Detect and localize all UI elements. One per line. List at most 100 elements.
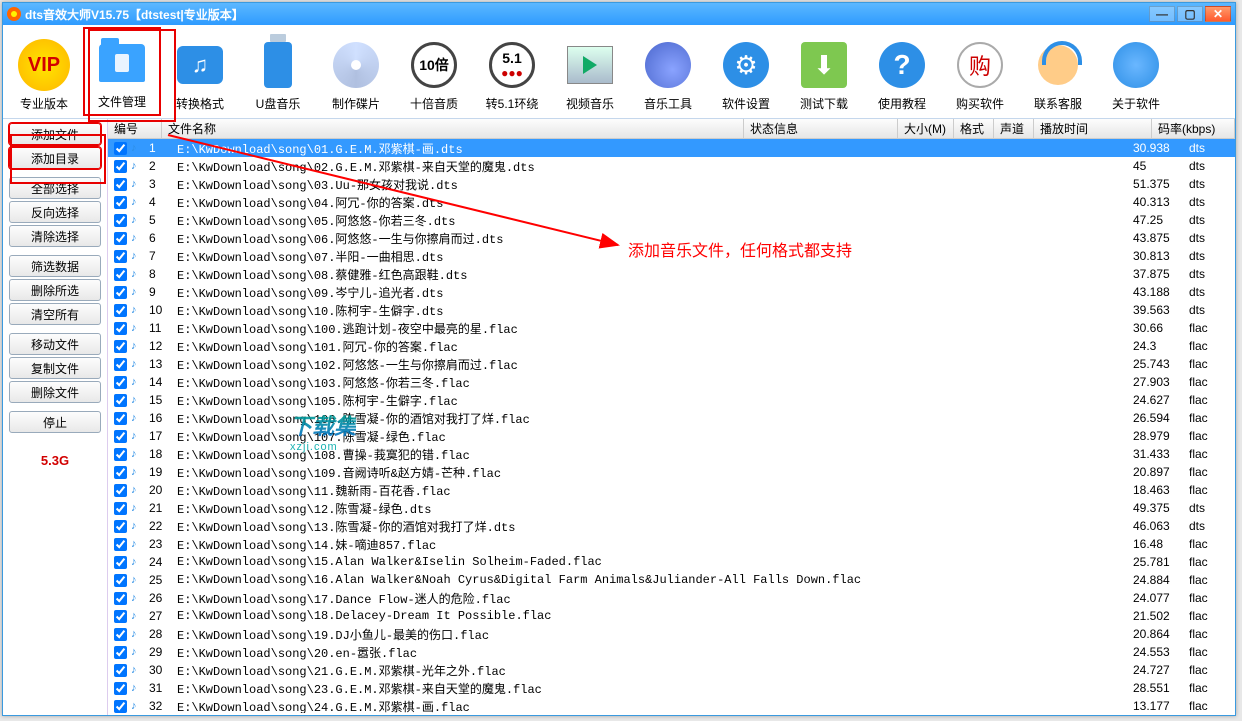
table-row[interactable]: ♪2E:\KwDownload\song\02.G.E.M.邓紫棋-来自天堂的魔… [108, 157, 1235, 175]
toolbar-tutorial[interactable]: ?使用教程 [863, 27, 941, 116]
row-checkbox[interactable] [114, 664, 127, 677]
table-row[interactable]: ♪30E:\KwDownload\song\21.G.E.M.邓紫棋-光年之外.… [108, 661, 1235, 679]
clear-all-button[interactable]: 清空所有 [9, 303, 101, 325]
col-channels[interactable]: 声道 [994, 119, 1034, 138]
row-checkbox[interactable] [114, 358, 127, 371]
toolbar-settings[interactable]: ⚙软件设置 [707, 27, 785, 116]
table-row[interactable]: ♪24E:\KwDownload\song\15.Alan Walker&Ise… [108, 553, 1235, 571]
row-checkbox[interactable] [114, 196, 127, 209]
table-row[interactable]: ♪6E:\KwDownload\song\06.阿悠悠-一生与你擦肩而过.dts… [108, 229, 1235, 247]
row-checkbox[interactable] [114, 556, 127, 569]
row-checkbox[interactable] [114, 682, 127, 695]
table-row[interactable]: ♪11E:\KwDownload\song\100.逃跑计划-夜空中最亮的星.f… [108, 319, 1235, 337]
table-row[interactable]: ♪10E:\KwDownload\song\10.陈柯宇-生僻字.dts39.5… [108, 301, 1235, 319]
toolbar-vip[interactable]: VIP专业版本 [5, 27, 83, 116]
table-row[interactable]: ♪19E:\KwDownload\song\109.音阙诗听&赵方婧-芒种.fl… [108, 463, 1235, 481]
table-row[interactable]: ♪12E:\KwDownload\song\101.阿冗-你的答案.flac24… [108, 337, 1235, 355]
minimize-button[interactable]: — [1149, 6, 1175, 22]
copy-file-button[interactable]: 复制文件 [9, 357, 101, 379]
row-checkbox[interactable] [114, 628, 127, 641]
add-dir-button[interactable]: 添加目录 [9, 147, 101, 169]
row-checkbox[interactable] [114, 214, 127, 227]
toolbar-about[interactable]: 关于软件 [1097, 27, 1175, 116]
row-checkbox[interactable] [114, 340, 127, 353]
toolbar-disc[interactable]: 制作碟片 [317, 27, 395, 116]
toolbar-tools[interactable]: 音乐工具 [629, 27, 707, 116]
row-checkbox[interactable] [114, 700, 127, 713]
row-checkbox[interactable] [114, 268, 127, 281]
table-row[interactable]: ♪17E:\KwDownload\song\107.陈雪凝-绿色.flac28.… [108, 427, 1235, 445]
filter-button[interactable]: 筛选数据 [9, 255, 101, 277]
row-checkbox[interactable] [114, 430, 127, 443]
row-checkbox[interactable] [114, 520, 127, 533]
row-checkbox[interactable] [114, 592, 127, 605]
row-checkbox[interactable] [114, 484, 127, 497]
col-name[interactable]: 文件名称 [162, 119, 744, 138]
table-row[interactable]: ♪15E:\KwDownload\song\105.陈柯宇-生僻字.flac24… [108, 391, 1235, 409]
table-row[interactable]: ♪13E:\KwDownload\song\102.阿悠悠-一生与你擦肩而过.f… [108, 355, 1235, 373]
table-row[interactable]: ♪25E:\KwDownload\song\16.Alan Walker&Noa… [108, 571, 1235, 589]
invert-select-button[interactable]: 反向选择 [9, 201, 101, 223]
table-row[interactable]: ♪32E:\KwDownload\song\24.G.E.M.邓紫棋-画.fla… [108, 697, 1235, 713]
col-size[interactable]: 大小(M) [898, 119, 954, 138]
close-button[interactable]: ✕ [1205, 6, 1231, 22]
row-checkbox[interactable] [114, 466, 127, 479]
row-checkbox[interactable] [114, 322, 127, 335]
col-bitrate[interactable]: 码率(kbps) [1152, 119, 1235, 138]
table-row[interactable]: ♪4E:\KwDownload\song\04.阿冗-你的答案.dts40.31… [108, 193, 1235, 211]
table-row[interactable]: ♪9E:\KwDownload\song\09.岑宁儿-追光者.dts43.18… [108, 283, 1235, 301]
row-checkbox[interactable] [114, 412, 127, 425]
toolbar-support[interactable]: 联系客服 [1019, 27, 1097, 116]
table-row[interactable]: ♪29E:\KwDownload\song\20.en-嚣张.flac24.55… [108, 643, 1235, 661]
table-row[interactable]: ♪1E:\KwDownload\song\01.G.E.M.邓紫棋-画.dts3… [108, 139, 1235, 157]
table-row[interactable]: ♪26E:\KwDownload\song\17.Dance Flow-迷人的危… [108, 589, 1235, 607]
toolbar-surround[interactable]: 5.1●●●转5.1环绕 [473, 27, 551, 116]
row-checkbox[interactable] [114, 502, 127, 515]
toolbar-file-mgr[interactable]: 文件管理 [83, 27, 161, 116]
row-checkbox[interactable] [114, 538, 127, 551]
table-row[interactable]: ♪22E:\KwDownload\song\13.陈雪凝-你的酒馆对我打了烊.d… [108, 517, 1235, 535]
table-row[interactable]: ♪3E:\KwDownload\song\03.Uu-那女孩对我说.dts51.… [108, 175, 1235, 193]
row-checkbox[interactable] [114, 304, 127, 317]
table-row[interactable]: ♪16E:\KwDownload\song\106.陈雪凝-你的酒馆对我打了烊.… [108, 409, 1235, 427]
row-checkbox[interactable] [114, 250, 127, 263]
row-checkbox[interactable] [114, 286, 127, 299]
toolbar-buy[interactable]: 购购买软件 [941, 27, 1019, 116]
row-checkbox[interactable] [114, 448, 127, 461]
row-checkbox[interactable] [114, 178, 127, 191]
table-row[interactable]: ♪20E:\KwDownload\song\11.魏新雨-百花香.flac18.… [108, 481, 1235, 499]
col-status[interactable]: 状态信息 [744, 119, 898, 138]
col-format[interactable]: 格式 [954, 119, 994, 138]
list-body[interactable]: ♪1E:\KwDownload\song\01.G.E.M.邓紫棋-画.dts3… [108, 139, 1235, 713]
col-index[interactable]: 编号 [108, 119, 162, 138]
table-row[interactable]: ♪23E:\KwDownload\song\14.妹-嘀迪857.flac16.… [108, 535, 1235, 553]
table-row[interactable]: ♪5E:\KwDownload\song\05.阿悠悠-你若三冬.dts47.2… [108, 211, 1235, 229]
row-checkbox[interactable] [114, 232, 127, 245]
row-checkbox[interactable] [114, 646, 127, 659]
table-row[interactable]: ♪31E:\KwDownload\song\23.G.E.M.邓紫棋-来自天堂的… [108, 679, 1235, 697]
row-checkbox[interactable] [114, 610, 127, 623]
row-checkbox[interactable] [114, 376, 127, 389]
delete-file-button[interactable]: 删除文件 [9, 381, 101, 403]
add-file-button[interactable]: 添加文件 [9, 123, 101, 145]
move-file-button[interactable]: 移动文件 [9, 333, 101, 355]
table-row[interactable]: ♪18E:\KwDownload\song\108.曹操-莪寞犯的错.flac3… [108, 445, 1235, 463]
row-checkbox[interactable] [114, 160, 127, 173]
toolbar-convert[interactable]: ♫转换格式 [161, 27, 239, 116]
row-checkbox[interactable] [114, 574, 127, 587]
select-all-button[interactable]: 全部选择 [9, 177, 101, 199]
table-row[interactable]: ♪27E:\KwDownload\song\18.Delacey-Dream I… [108, 607, 1235, 625]
table-row[interactable]: ♪21E:\KwDownload\song\12.陈雪凝-绿色.dts49.37… [108, 499, 1235, 517]
row-checkbox[interactable] [114, 142, 127, 155]
table-row[interactable]: ♪28E:\KwDownload\song\19.DJ小鱼儿-最美的伤口.fla… [108, 625, 1235, 643]
table-row[interactable]: ♪14E:\KwDownload\song\103.阿悠悠-你若三冬.flac2… [108, 373, 1235, 391]
table-row[interactable]: ♪7E:\KwDownload\song\07.半阳-一曲相思.dts30.81… [108, 247, 1235, 265]
toolbar-x10[interactable]: 10倍十倍音质 [395, 27, 473, 116]
col-playtime[interactable]: 播放时间 [1034, 119, 1152, 138]
maximize-button[interactable]: ▢ [1177, 6, 1203, 22]
toolbar-video[interactable]: 视频音乐 [551, 27, 629, 116]
toolbar-usb[interactable]: U盘音乐 [239, 27, 317, 116]
row-checkbox[interactable] [114, 394, 127, 407]
clear-select-button[interactable]: 清除选择 [9, 225, 101, 247]
delete-selected-button[interactable]: 删除所选 [9, 279, 101, 301]
